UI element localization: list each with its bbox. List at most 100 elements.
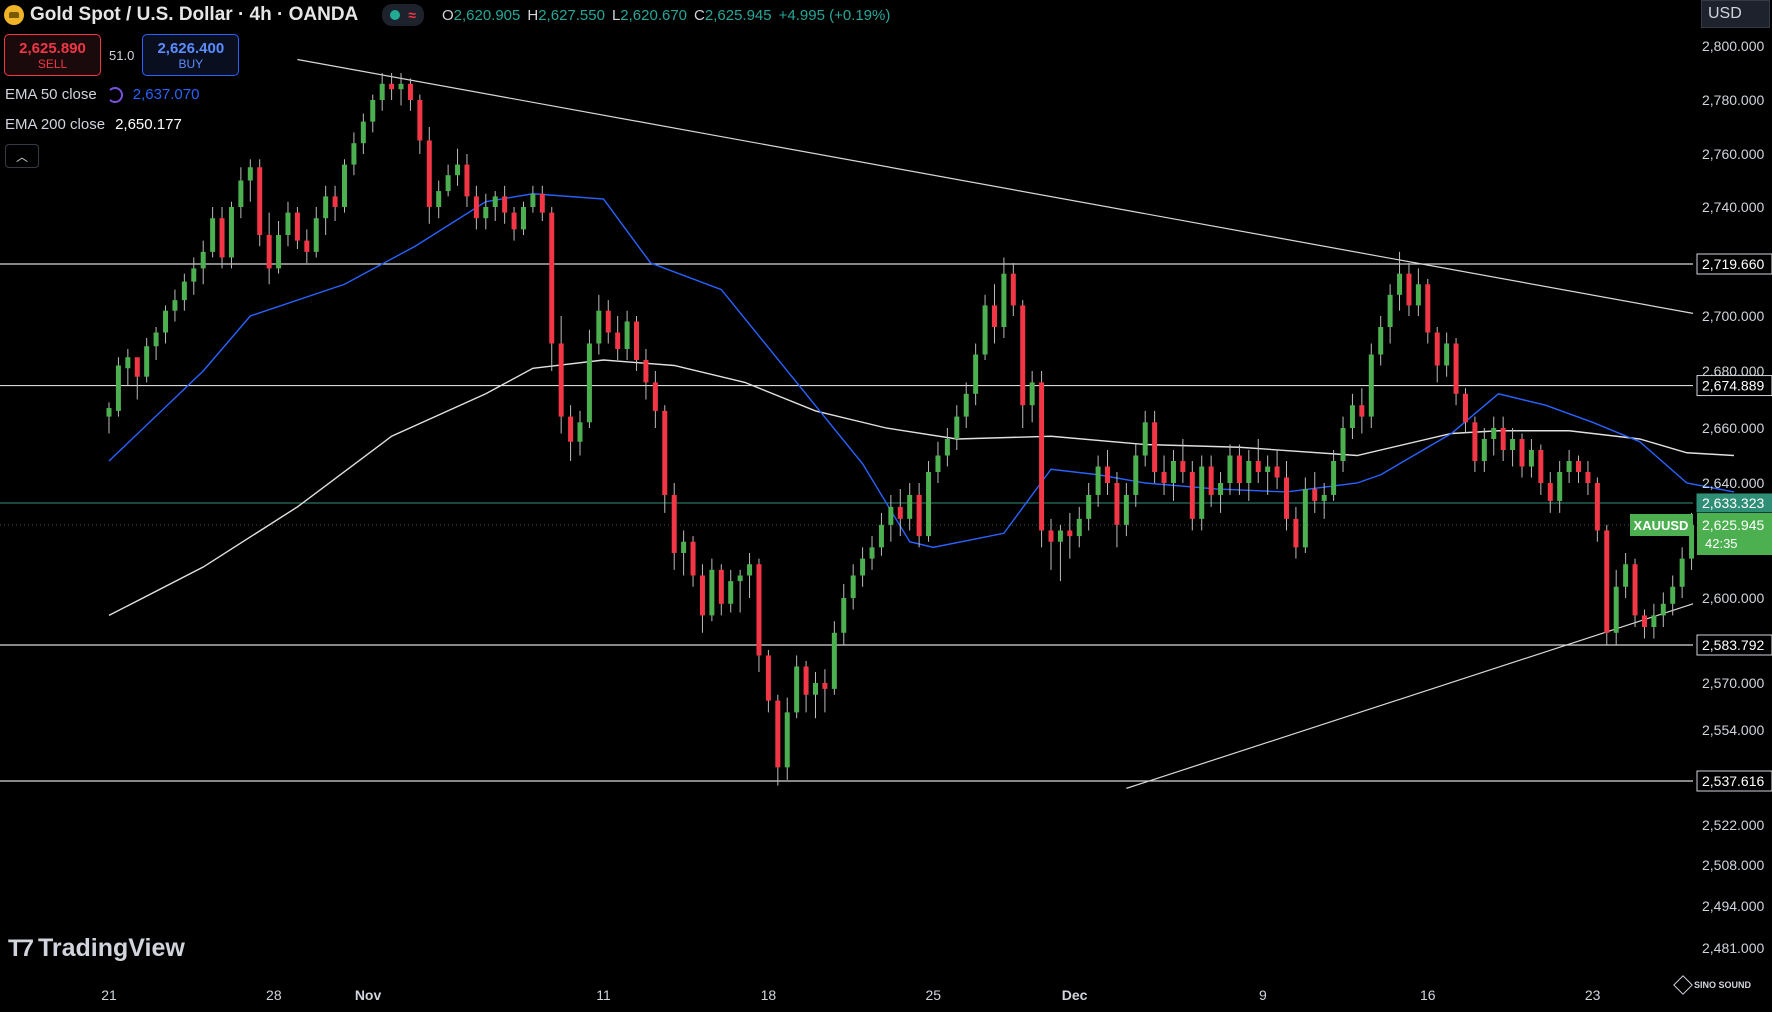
buy-button[interactable]: 2,626.400 BUY xyxy=(142,34,240,76)
sino-sound-text: SINO SOUND xyxy=(1694,980,1752,990)
candle-down xyxy=(1604,530,1610,633)
candle-up xyxy=(398,83,404,90)
candle-up xyxy=(1321,494,1327,501)
close-value: 2,625.945 xyxy=(704,6,772,24)
sell-button[interactable]: 2,625.890 SELL xyxy=(4,34,101,76)
candle-down xyxy=(1594,483,1600,531)
candle-down xyxy=(652,382,658,411)
candle-up xyxy=(1142,422,1148,456)
candle-down xyxy=(1284,477,1289,519)
candle-up xyxy=(831,632,837,689)
ema50-label: EMA 50 close xyxy=(5,86,97,103)
candle-down xyxy=(473,196,479,219)
level-tag-label: 2,674.889 xyxy=(1702,378,1764,394)
candle-up xyxy=(323,196,329,219)
symbol-title[interactable]: Gold Spot / U.S. Dollar · 4h · OANDA xyxy=(30,4,358,26)
price-tick-label: 2,508.000 xyxy=(1702,857,1764,873)
price-chart[interactable]: 2,800.000 2,780.000 2,760.000 2,740.000 2,70… xyxy=(0,0,1772,1012)
candle-up xyxy=(747,564,753,576)
candle-up xyxy=(379,83,385,100)
candle-up xyxy=(181,281,187,301)
candle-down xyxy=(756,564,762,656)
candle-down xyxy=(1547,483,1553,501)
candle-down xyxy=(916,494,922,537)
candle-down xyxy=(1189,472,1195,519)
candle-up xyxy=(1368,354,1374,417)
candle-down xyxy=(765,655,771,701)
candle-down xyxy=(1359,405,1365,417)
candle-up xyxy=(1331,461,1337,495)
ema50-legend[interactable]: EMA 50 close 2,637.070 xyxy=(5,86,199,103)
candle-down xyxy=(1406,273,1412,306)
countdown-label: 42:35 xyxy=(1705,536,1738,551)
candle-up xyxy=(1679,558,1685,587)
candle-up xyxy=(1528,450,1534,467)
candle-up xyxy=(737,575,743,582)
trendline xyxy=(297,58,1694,314)
candle-up xyxy=(436,191,442,207)
candle-up xyxy=(125,357,131,369)
candle-up xyxy=(1378,327,1384,355)
candle-down xyxy=(502,196,508,213)
price-tick-label: 2,640.000 xyxy=(1702,475,1764,491)
time-tick-label: 25 xyxy=(925,987,941,1003)
candle-down xyxy=(294,212,300,241)
candle-up xyxy=(963,393,969,417)
candle-up xyxy=(1566,461,1572,472)
candle-down xyxy=(1236,455,1242,483)
market-open-dot-icon xyxy=(390,10,401,20)
legend-header: Gold Spot / U.S. Dollar · 4h · OANDA ≈ O… xyxy=(0,0,890,30)
tradingview-logo[interactable]: T7 TradingView xyxy=(8,934,185,963)
trade-panel: 2,625.890 SELL 51.0 2,626.400 BUY xyxy=(4,34,240,76)
candle-down xyxy=(219,218,225,258)
high-value: 2,627.550 xyxy=(538,6,605,24)
level-tag-label: 2,537.616 xyxy=(1702,773,1764,789)
price-tick-label: 2,780.000 xyxy=(1702,92,1764,108)
candle-down xyxy=(1010,273,1016,306)
sell-price: 2,625.890 xyxy=(19,39,86,57)
symbol-badge-label: XAUUSD xyxy=(1634,518,1689,533)
candle-up xyxy=(172,300,178,311)
ema200-value: 2,650.177 xyxy=(115,116,182,133)
candle-up xyxy=(1029,382,1035,406)
level-tag-label: 2,583.792 xyxy=(1702,637,1764,653)
open-value: 2,620.905 xyxy=(453,6,521,24)
collapse-legend-button[interactable]: ︿ xyxy=(5,144,39,168)
candle-up xyxy=(1057,530,1063,542)
price-tick-label: 2,760.000 xyxy=(1702,146,1764,162)
candle-down xyxy=(1048,530,1054,542)
candle-up xyxy=(360,121,366,144)
bid-tag-label: 2,633.323 xyxy=(1702,495,1764,511)
candle-up xyxy=(954,416,960,439)
candle-down xyxy=(1020,305,1026,406)
ema200-legend[interactable]: EMA 200 close 2,650.177 xyxy=(5,116,182,133)
price-tick-label: 2,481.000 xyxy=(1702,940,1764,956)
loading-icon xyxy=(106,86,123,103)
candle-up xyxy=(907,494,913,519)
data-delay-icon: ≈ xyxy=(408,7,416,23)
candle-up xyxy=(1086,494,1092,519)
candle-up xyxy=(455,164,461,176)
candle-down xyxy=(690,541,696,576)
candle-up xyxy=(1387,294,1393,327)
time-tick-label: 18 xyxy=(761,987,777,1003)
currency-selector[interactable]: USD xyxy=(1701,0,1770,28)
candle-up xyxy=(784,712,790,768)
candle-down xyxy=(1293,518,1299,548)
ema-lines xyxy=(108,193,1735,617)
candle-up xyxy=(586,343,592,423)
candle-down xyxy=(634,321,640,360)
candle-up xyxy=(1415,284,1421,306)
candle-up xyxy=(888,506,894,525)
buy-label: BUY xyxy=(178,56,204,71)
candle-up xyxy=(1302,488,1308,548)
price-tick-label: 2,494.000 xyxy=(1702,898,1764,914)
candle-down xyxy=(1576,461,1582,472)
ema50-line xyxy=(108,193,1735,549)
price-tick-label: 2,600.000 xyxy=(1702,590,1764,606)
candle-up xyxy=(869,547,875,559)
candle-up xyxy=(1227,455,1233,483)
candle-down xyxy=(605,310,611,333)
close-key: C xyxy=(694,6,705,24)
market-status[interactable]: ≈ xyxy=(382,4,424,26)
